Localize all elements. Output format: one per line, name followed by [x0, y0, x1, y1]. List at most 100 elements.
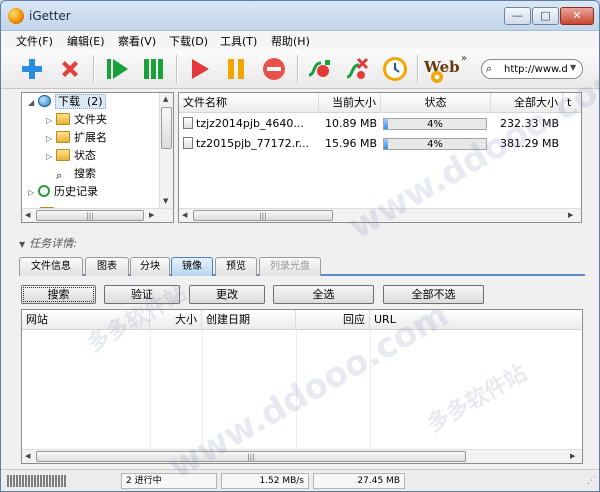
- column-divider: [150, 330, 151, 450]
- change-button[interactable]: 更改: [189, 285, 265, 304]
- folder-icon: [56, 113, 70, 125]
- pause-button[interactable]: [222, 55, 250, 83]
- scroll-thumb[interactable]: [161, 107, 172, 149]
- file-name: tzjz2014pjb_4640...: [196, 117, 304, 130]
- file-icon: [183, 137, 193, 149]
- web-gear-icon: [431, 71, 443, 83]
- connect-button[interactable]: [305, 55, 333, 83]
- column-file-name[interactable]: 文件名称: [179, 93, 319, 113]
- tree-horizontal-scrollbar[interactable]: ◀ ||| ▶: [22, 208, 173, 222]
- menu-edit[interactable]: 编辑(E): [67, 33, 105, 49]
- tree-expand-icon[interactable]: ▷: [46, 149, 56, 165]
- pause-icon: [228, 59, 244, 79]
- scroll-left-arrow-icon[interactable]: ◀: [25, 452, 30, 460]
- scroll-right-arrow-icon[interactable]: ▶: [149, 211, 154, 219]
- scheduler-button[interactable]: [381, 55, 409, 83]
- task-details-toggle[interactable]: ▼ 任务详情:: [19, 235, 77, 251]
- tree-expand-icon[interactable]: ▷: [28, 185, 38, 201]
- toolbar: Web » ⌕ ▼: [1, 49, 599, 89]
- column-site[interactable]: 网站: [22, 310, 150, 330]
- mirror-list: 网站 大小 创建日期 回应 URL ◀ ||| ▶: [21, 309, 583, 464]
- scroll-thumb[interactable]: |||: [193, 210, 333, 221]
- menu-file[interactable]: 文件(F): [16, 33, 53, 49]
- menu-help[interactable]: 帮助(H): [271, 33, 310, 49]
- maximize-button[interactable]: □: [532, 7, 559, 25]
- menu-download[interactable]: 下载(D): [169, 33, 208, 49]
- tab-burn-cd[interactable]: 列录光盘: [259, 257, 321, 276]
- scroll-left-arrow-icon[interactable]: ◀: [182, 211, 187, 219]
- tree-item-folders[interactable]: ▷ 文件夹: [46, 112, 107, 128]
- menu-view[interactable]: 察看(V): [118, 33, 156, 49]
- tree-collapse-icon[interactable]: ◢: [28, 95, 38, 111]
- delete-button[interactable]: [56, 55, 84, 83]
- tree-expand-icon[interactable]: ▷: [46, 131, 56, 147]
- column-response[interactable]: 回应: [296, 310, 370, 330]
- resume-button[interactable]: [185, 55, 213, 83]
- scroll-down-arrow-icon[interactable]: ▼: [163, 197, 168, 205]
- scroll-right-arrow-icon[interactable]: ▶: [568, 211, 573, 219]
- column-time[interactable]: t: [563, 93, 581, 113]
- column-url[interactable]: URL: [370, 310, 582, 330]
- tree-item-downloads[interactable]: ◢ 下载 (2): [28, 94, 106, 110]
- tree-expand-icon[interactable]: ▷: [46, 113, 56, 129]
- download-list: 文件名称 当前大小 状态 全部大小 t tzjz2014pjb_4640... …: [178, 92, 582, 223]
- url-dropdown-chevron-icon[interactable]: ▼: [570, 63, 576, 72]
- minimize-button[interactable]: —: [504, 7, 531, 25]
- stop-button[interactable]: [260, 55, 288, 83]
- search-button[interactable]: 搜索: [21, 285, 96, 304]
- total-size: 381.29 MB: [499, 137, 559, 150]
- scroll-thumb[interactable]: |||: [36, 451, 466, 462]
- connect-icon: [308, 60, 330, 77]
- verify-button[interactable]: 验证: [104, 285, 180, 304]
- scroll-up-arrow-icon[interactable]: ▲: [163, 95, 168, 103]
- tree-item-history[interactable]: ▷ 历史记录: [28, 184, 98, 200]
- current-size: 10.89 MB: [324, 117, 377, 130]
- menu-bar: 文件(F) 编辑(E) 察看(V) 下载(D) 工具(T) 帮助(H): [1, 31, 599, 49]
- column-divider: [202, 330, 203, 450]
- resize-grip-icon[interactable]: ⋰: [587, 476, 596, 486]
- toolbar-separator: [417, 55, 419, 83]
- tab-file-info[interactable]: 文件信息: [19, 257, 83, 276]
- tree-item-extensions[interactable]: ▷ 扩展名: [46, 130, 107, 146]
- tab-preview[interactable]: 预览: [215, 257, 257, 276]
- tree-item-search[interactable]: ⌕ 搜索: [56, 166, 96, 182]
- tree-vertical-scrollbar[interactable]: ▲ ▼: [159, 93, 173, 208]
- column-status[interactable]: 状态: [381, 93, 491, 113]
- start-button[interactable]: [103, 55, 131, 83]
- collapse-triangle-icon: ▼: [19, 240, 26, 249]
- toolbar-more-chevron-icon[interactable]: »: [461, 53, 467, 64]
- tab-segments[interactable]: 分块: [130, 257, 170, 276]
- status-bar: 2 进行中 1.52 MB/s 27.45 MB ⋰: [1, 469, 599, 491]
- tree-item-status[interactable]: ▷ 状态: [46, 148, 96, 164]
- mirror-list-header: 网站 大小 创建日期 回应 URL: [22, 310, 582, 330]
- status-speed: 1.52 MB/s: [221, 473, 309, 489]
- scroll-right-arrow-icon[interactable]: ▶: [570, 452, 575, 460]
- add-button[interactable]: [18, 55, 46, 83]
- folder-icon: [56, 149, 70, 161]
- search-icon[interactable]: ⌕: [486, 62, 492, 76]
- tab-mirror[interactable]: 镜像: [171, 257, 213, 276]
- tab-chart[interactable]: 图表: [85, 257, 129, 276]
- select-all-button[interactable]: 全选: [273, 285, 374, 304]
- disconnect-button[interactable]: [343, 55, 371, 83]
- stop-icon: [263, 58, 285, 80]
- column-current-size[interactable]: 当前大小: [319, 93, 381, 113]
- mirror-horizontal-scrollbar[interactable]: ◀ ||| ▶: [22, 449, 582, 463]
- start-all-button[interactable]: [140, 55, 168, 83]
- column-created-date[interactable]: 创建日期: [202, 310, 296, 330]
- select-none-button[interactable]: 全部不选: [383, 285, 484, 304]
- table-row[interactable]: tzjz2014pjb_4640... 10.89 MB 4% 232.33 M…: [179, 114, 581, 134]
- scroll-thumb[interactable]: |||: [36, 210, 144, 221]
- column-total-size[interactable]: 全部大小: [491, 93, 563, 113]
- web-button[interactable]: Web: [423, 55, 460, 83]
- window-title: iGetter: [29, 9, 71, 23]
- url-input[interactable]: [504, 62, 568, 76]
- scroll-left-arrow-icon[interactable]: ◀: [25, 211, 30, 219]
- close-button[interactable]: ✕: [560, 7, 594, 25]
- menu-tools[interactable]: 工具(T): [220, 33, 257, 49]
- resume-icon: [192, 59, 209, 79]
- table-row[interactable]: tz2015pjb_77172.r... 15.96 MB 4% 381.29 …: [179, 134, 581, 154]
- list-horizontal-scrollbar[interactable]: ◀ ||| ▶: [179, 208, 581, 222]
- file-icon: [183, 117, 193, 129]
- column-size[interactable]: 大小: [150, 310, 202, 330]
